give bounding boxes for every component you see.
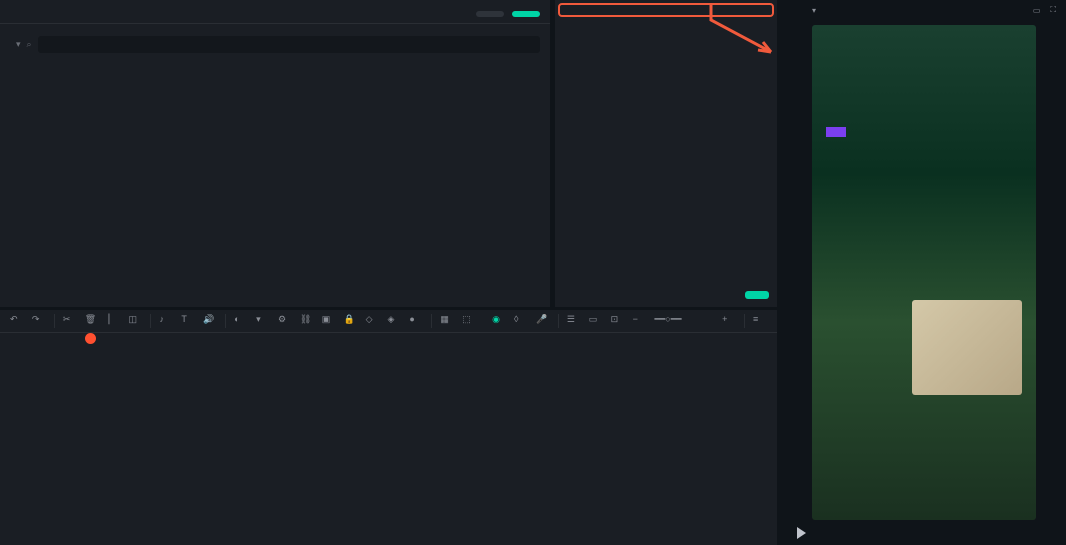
preview-overlay-text — [826, 127, 846, 137]
player-controls — [782, 524, 1066, 542]
video-preview[interactable] — [812, 25, 1036, 520]
left-panel: ▾ ⌕ — [0, 0, 550, 307]
header-buttons — [471, 6, 540, 17]
music-icon[interactable]: ♪ — [159, 314, 173, 328]
view-icon[interactable]: ☰ — [567, 314, 581, 328]
tag-icon[interactable]: ◇ — [366, 314, 380, 328]
cut-icon[interactable]: ✂ — [63, 314, 77, 328]
volume-icon[interactable]: 🔊 — [203, 314, 217, 328]
text-templates-panel — [555, 0, 777, 307]
preview-icon[interactable]: ▭ — [589, 314, 603, 328]
search-input[interactable] — [38, 36, 540, 53]
mic-icon[interactable]: 🎤 — [536, 314, 550, 328]
layers-icon[interactable]: ▦ — [440, 314, 454, 328]
chevron-down-icon: ▾ — [16, 39, 21, 50]
search-row: ▾ ⌕ — [0, 30, 550, 59]
fit-icon[interactable]: ⊡ — [611, 314, 625, 328]
timeline-ruler[interactable] — [0, 333, 777, 337]
fullscreen-icon[interactable]: ⛶ — [1050, 5, 1056, 15]
magnet-icon[interactable]: ◉ — [492, 314, 506, 328]
crop-icon[interactable]: ◫ — [129, 314, 143, 328]
play-button[interactable] — [792, 524, 810, 542]
record-icon[interactable]: ● — [409, 314, 423, 328]
zoom-slider[interactable]: ━━○━━ — [654, 314, 714, 328]
zoom-in-icon[interactable]: + — [722, 314, 736, 328]
split-icon[interactable]: ⎮ — [107, 314, 121, 328]
trash-icon[interactable]: 🗑 — [85, 314, 99, 328]
chevron-down-icon[interactable]: ▾ — [256, 314, 270, 328]
settings-icon[interactable]: ⚙ — [278, 314, 292, 328]
snap-icon[interactable]: ◊ — [514, 314, 528, 328]
link-icon[interactable]: ⛓ — [300, 314, 314, 328]
undo-icon[interactable]: ↶ — [10, 314, 24, 328]
template-grid — [555, 28, 777, 38]
marker-icon[interactable]: ◈ — [388, 314, 402, 328]
zoom-out-icon[interactable]: − — [633, 314, 647, 328]
lock-icon[interactable]: 🔒 — [344, 314, 358, 328]
apply-to-all-button[interactable] — [745, 291, 769, 299]
header-row — [0, 0, 550, 24]
timeline-panel: ↶ ↷ ✂ 🗑 ⎮ ◫ ♪ T 🔊 ◐ ▾ ⚙ ⛓ ▣ 🔒 ◇ ◈ ● ▦ ⬚ … — [0, 310, 777, 545]
player-panel: ▾ ▭ ⛶ — [782, 0, 1066, 545]
chevron-down-icon: ▾ — [812, 6, 816, 15]
mid-tabs — [558, 3, 774, 17]
cancel-button[interactable] — [476, 11, 504, 17]
timeline-toolbar: ↶ ↷ ✂ 🗑 ⎮ ◫ ♪ T 🔊 ◐ ▾ ⚙ ⛓ ▣ 🔒 ◇ ◈ ● ▦ ⬚ … — [0, 310, 777, 333]
save-button[interactable] — [512, 11, 540, 17]
sub-tabs — [555, 20, 777, 28]
zoom-tool-icon[interactable]: ◐ — [234, 314, 248, 328]
search-icon: ⌕ — [27, 39, 32, 50]
text-icon[interactable]: T — [181, 314, 195, 328]
preview-object — [912, 300, 1022, 395]
redo-icon[interactable]: ↷ — [32, 314, 46, 328]
group-icon[interactable]: ▣ — [322, 314, 336, 328]
stack-icon[interactable]: ⬚ — [462, 314, 476, 328]
player-header: ▾ ▭ ⛶ — [782, 0, 1066, 20]
snapshot-icon[interactable]: ▭ — [1033, 6, 1041, 15]
list-icon[interactable]: ≡ — [753, 314, 767, 328]
